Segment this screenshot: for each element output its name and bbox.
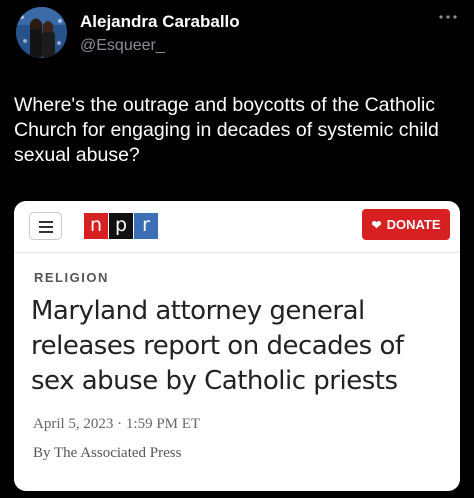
- article-dateline: April 5, 2023 · 1:59 PM ET: [33, 416, 201, 432]
- card-header: n p r ❤ DONATE: [14, 201, 460, 253]
- author-handle[interactable]: @Esqueer_: [80, 37, 165, 55]
- author-avatar[interactable]: [16, 7, 67, 58]
- section-label[interactable]: RELIGION: [34, 270, 109, 285]
- npr-logo[interactable]: n p r: [84, 213, 159, 239]
- more-horizontal-icon[interactable]: [436, 10, 460, 24]
- avatar-photo: [16, 7, 67, 58]
- post: Alejandra Caraballo @Esqueer_ Where's th…: [0, 0, 474, 498]
- donate-button-label: DONATE: [386, 217, 441, 232]
- donate-button[interactable]: ❤ DONATE: [362, 209, 450, 240]
- hamburger-menu-icon[interactable]: [29, 212, 62, 240]
- npr-logo-letter-p: p: [109, 213, 133, 239]
- post-text: Where's the outrage and boycotts of the …: [14, 94, 439, 166]
- article-headline[interactable]: Maryland attorney general releases repor…: [31, 294, 451, 399]
- heart-icon: ❤: [371, 217, 382, 232]
- npr-logo-letter-r: r: [134, 213, 158, 239]
- npr-logo-letter-n: n: [84, 213, 108, 239]
- link-preview-card[interactable]: n p r ❤ DONATE RELIGION Maryland attorne…: [14, 201, 460, 491]
- author-name[interactable]: Alejandra Caraballo: [80, 12, 240, 32]
- article-byline: By The Associated Press: [33, 445, 182, 461]
